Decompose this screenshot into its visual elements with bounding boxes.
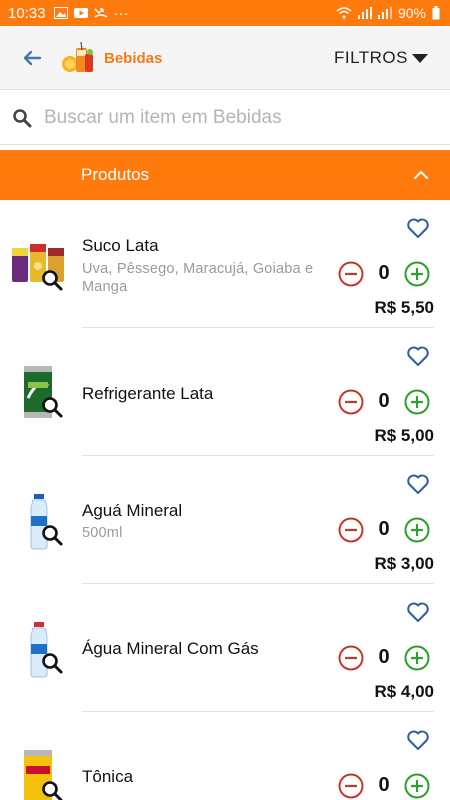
- quantity-value: 0: [378, 518, 390, 540]
- status-bar: 10:33 ··· 90%: [0, 0, 450, 26]
- youtube-icon: [73, 8, 88, 18]
- minus-button[interactable]: [338, 517, 364, 543]
- notification-icons: ···: [53, 4, 129, 22]
- product-row[interactable]: Aguá Mineral 500ml 0 R$ 3,00: [0, 456, 450, 584]
- product-name: Água Mineral Com Gás: [82, 639, 259, 658]
- heart-icon[interactable]: [406, 601, 430, 623]
- product-price: R$ 4,00: [374, 682, 434, 701]
- zoom-icon[interactable]: [40, 523, 64, 547]
- filters-button[interactable]: FILTROS: [334, 48, 428, 68]
- zoom-icon[interactable]: [40, 268, 64, 292]
- quantity-value: 0: [378, 262, 390, 284]
- heart-icon[interactable]: [406, 217, 430, 239]
- signal-icon: [357, 7, 372, 19]
- heart-icon[interactable]: [406, 345, 430, 367]
- wifi-icon: [336, 7, 352, 19]
- product-row[interactable]: Refrigerante Lata 0 R$ 5,00: [0, 328, 450, 456]
- quantity-stepper: 0: [338, 773, 434, 800]
- product-price: R$ 5,50: [374, 298, 434, 317]
- minus-button[interactable]: [338, 773, 364, 799]
- search-input[interactable]: [44, 101, 434, 135]
- plus-button[interactable]: [404, 773, 430, 799]
- quantity-value: 0: [378, 774, 390, 796]
- product-row[interactable]: Tônica 0: [0, 712, 450, 800]
- back-arrow-icon[interactable]: [20, 46, 44, 70]
- product-price: R$ 5,00: [374, 426, 434, 445]
- quantity-stepper: 0: [338, 261, 434, 289]
- status-time: 10:33: [8, 4, 46, 22]
- chevron-up-icon[interactable]: [412, 166, 430, 184]
- signal-icon-2: [377, 7, 392, 19]
- battery-icon: [432, 6, 440, 20]
- minus-button[interactable]: [338, 645, 364, 671]
- dropdown-caret-icon: [412, 53, 428, 63]
- search-icon: [13, 109, 32, 128]
- quantity-stepper: 0: [338, 517, 434, 545]
- app-bar: Bebidas FILTROS: [0, 26, 450, 90]
- battery-percent: 90%: [397, 5, 426, 21]
- quantity-stepper: 0: [338, 389, 434, 417]
- section-header-products[interactable]: Produtos: [0, 150, 450, 200]
- image-icon: [53, 7, 68, 19]
- filters-label: FILTROS: [333, 48, 408, 67]
- minus-button[interactable]: [338, 389, 364, 415]
- product-description: 500ml: [82, 525, 123, 541]
- plus-button[interactable]: [404, 645, 430, 671]
- heart-icon[interactable]: [406, 473, 430, 495]
- more-notifications: ···: [113, 4, 129, 22]
- product-description: Uva, Pêssego, Maracujá, Goiaba e Manga: [82, 261, 314, 295]
- quantity-stepper: 0: [338, 645, 434, 673]
- system-icons: 90%: [336, 0, 440, 26]
- product-name: Refrigerante Lata: [82, 384, 214, 403]
- product-name: Aguá Mineral: [82, 501, 183, 520]
- missed-call-icon: [94, 8, 107, 18]
- zoom-icon[interactable]: [40, 395, 64, 419]
- heart-icon[interactable]: [406, 729, 430, 751]
- category-title: Bebidas: [104, 50, 163, 67]
- minus-button[interactable]: [338, 261, 364, 287]
- plus-button[interactable]: [404, 517, 430, 543]
- category-logo: [62, 41, 93, 72]
- quantity-value: 0: [378, 646, 390, 668]
- zoom-icon[interactable]: [40, 651, 64, 675]
- product-row[interactable]: Suco Lata Uva, Pêssego, Maracujá, Goiaba…: [0, 200, 450, 328]
- search-bar: [0, 91, 450, 145]
- product-name: Tônica: [82, 767, 134, 786]
- product-price: R$ 3,00: [374, 554, 434, 573]
- plus-button[interactable]: [404, 389, 430, 415]
- plus-button[interactable]: [404, 261, 430, 287]
- quantity-value: 0: [378, 390, 390, 412]
- product-list: Suco Lata Uva, Pêssego, Maracujá, Goiaba…: [0, 200, 450, 800]
- product-name: Suco Lata: [82, 236, 159, 255]
- product-row[interactable]: Água Mineral Com Gás 0 R$ 4,00: [0, 584, 450, 712]
- section-title: Produtos: [81, 165, 150, 184]
- zoom-icon[interactable]: [40, 779, 64, 800]
